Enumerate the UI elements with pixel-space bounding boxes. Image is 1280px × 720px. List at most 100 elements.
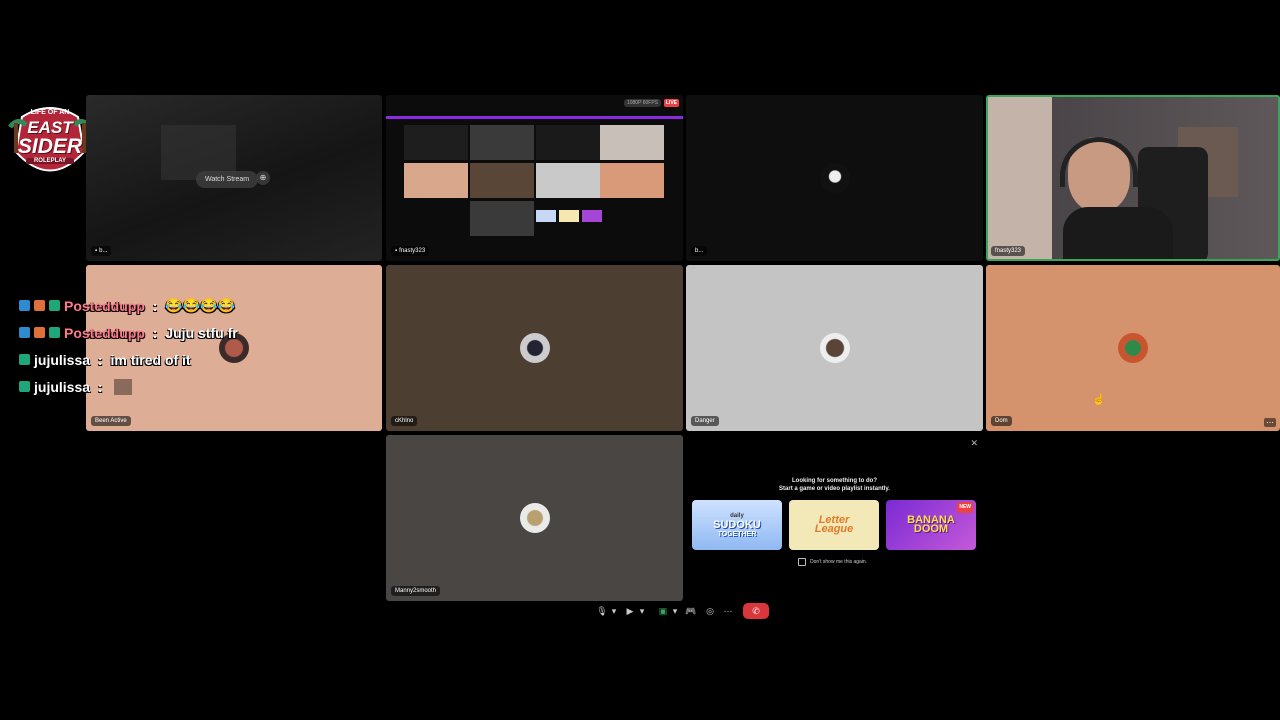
avatar <box>519 503 550 533</box>
live-badge: LIVE <box>663 99 679 107</box>
chat-separator: : <box>148 297 162 314</box>
more-glyph: ⋯ <box>723 605 733 616</box>
avatar <box>819 163 850 193</box>
mini-grid <box>404 125 666 237</box>
chat-separator: : <box>148 324 162 341</box>
video-tile-3[interactable]: b... <box>686 95 983 261</box>
camera-glyph: ▶ <box>626 605 634 616</box>
caret-glyph: ▾ <box>611 605 617 616</box>
activity-card-banana-doom[interactable]: NEW BANANA DOOM <box>886 500 976 550</box>
tile-label-text: fnasty323 <box>995 248 1022 254</box>
kick-icon <box>4 327 15 338</box>
video-tile-dom[interactable]: ☝ Dom ⋯ <box>986 265 1280 431</box>
soundboard-icon[interactable]: ◎ <box>703 603 717 619</box>
disconnect-button[interactable]: ✆ <box>743 603 769 619</box>
stream-icon: ▪ <box>95 248 98 254</box>
chat-username: Posteddupp <box>64 324 145 341</box>
tile-label-text: Danger <box>695 418 715 424</box>
card-sub: TOGETHER <box>717 530 757 538</box>
activity-subprompt: Start a game or video playlist instantly… <box>779 486 890 492</box>
kick-icon <box>4 300 15 311</box>
tile-label-text: Dom <box>995 418 1008 424</box>
activity-card-sudoku[interactable]: daily SUDOKU TOGETHER <box>692 500 782 550</box>
soundboard-glyph: ◎ <box>706 605 714 616</box>
close-icon[interactable]: ✕ <box>970 438 978 449</box>
tile-label: cKhlno <box>391 416 418 426</box>
mic-glyph: 🎙 <box>596 605 608 616</box>
mic-options-icon[interactable]: ▾ <box>609 603 619 619</box>
card-sub: DOOM <box>913 523 949 535</box>
chat-separator: : <box>94 351 107 368</box>
logo-line1: LIFE OF AN <box>30 109 70 116</box>
camera-options-icon[interactable]: ▾ <box>637 603 647 619</box>
mic-icon[interactable]: 🎙 <box>596 603 608 619</box>
tile-label-text: b... <box>99 248 108 254</box>
tile-label-text: Been Active <box>95 418 127 424</box>
logo-line3: SIDER <box>17 135 83 158</box>
og-icon <box>34 300 45 311</box>
chat-text: 😂😂😂😂 <box>165 297 236 313</box>
video-tile-manny2smooth[interactable]: Manny2smooth <box>386 435 683 601</box>
video-tile-stream-2[interactable]: LIVE 1080P 60FPS ▪ fnasty323 <box>386 95 683 261</box>
tile-label: fnasty323 <box>991 246 1026 256</box>
activity-prompt: Looking for something to do? <box>792 478 877 484</box>
video-tile-stream-1[interactable]: Watch Stream ⊕ ▪ b... <box>86 95 382 261</box>
caret-glyph: ▾ <box>639 605 645 616</box>
sub-icon <box>19 354 30 365</box>
watch-stream-button[interactable]: Watch Stream <box>196 171 259 188</box>
chat-message: jujulissa : im tired of it <box>4 346 284 373</box>
video-tile-danger[interactable]: Danger <box>686 265 983 431</box>
hangup-icon: ✆ <box>752 605 760 616</box>
chat-text: Juju stfu fr <box>165 324 238 341</box>
webcam-wall <box>988 97 1052 259</box>
stream-purple-bar <box>386 116 683 119</box>
stream-title: 1080P 60FPS <box>623 99 661 107</box>
vip-icon <box>19 327 30 338</box>
new-badge: NEW <box>957 502 973 513</box>
chat-username: jujulissa <box>34 351 91 368</box>
tile-label: b... <box>691 246 708 256</box>
server-logo: LIFE OF AN EAST SIDER ROLEPLAY <box>4 97 96 189</box>
tile-label: Danger <box>691 416 719 426</box>
tile-label-text: Manny2smooth <box>395 588 437 594</box>
chat-message: jujulissa : <box>4 373 284 400</box>
tile-label-text: b... <box>695 248 704 254</box>
screen-share-icon[interactable]: ▣ <box>656 603 670 619</box>
logo-line4: ROLEPLAY <box>26 158 74 164</box>
checkbox-label: Don't show me this again. <box>810 559 868 565</box>
chat-username: Posteddupp <box>64 297 145 314</box>
tile-label: ▪ b... <box>91 246 112 256</box>
camera-icon[interactable]: ▶ <box>623 603 637 619</box>
sub-icon <box>49 300 60 311</box>
video-tile-ckhlno[interactable]: cKhlno <box>386 265 683 431</box>
tile-label: Been Active <box>91 416 131 426</box>
tile-label: Dom <box>991 416 1012 426</box>
tile-label: Manny2smooth <box>391 586 441 596</box>
vip-icon <box>19 300 30 311</box>
chat-text: im tired of it <box>110 351 191 368</box>
card-title: SUDOKU <box>713 518 761 531</box>
chat-message: Posteddupp : Juju stfu fr <box>4 319 284 346</box>
caret-glyph: ▾ <box>672 605 678 616</box>
more-options-icon[interactable]: ⋯ <box>1264 418 1276 427</box>
emote-icon <box>114 378 133 395</box>
screen-share-options-icon[interactable]: ▾ <box>670 603 680 619</box>
activity-card-letter-league[interactable]: Letter League <box>789 500 879 550</box>
popout-icon[interactable]: ⊕ <box>256 171 270 185</box>
more-icon[interactable]: ⋯ <box>721 603 735 619</box>
chat-separator: : <box>94 378 107 395</box>
checkbox-icon[interactable] <box>798 558 806 566</box>
kick-icon <box>4 354 15 365</box>
chat-username: jujulissa <box>34 378 91 395</box>
stream-icon: ▪ <box>395 248 398 254</box>
avatar <box>819 333 850 363</box>
chat-overlay: Posteddupp : 😂😂😂😂 Posteddupp : Juju stfu … <box>4 292 284 400</box>
og-icon <box>34 327 45 338</box>
cursor-hand-icon: ☝ <box>1092 394 1106 406</box>
activity-icon[interactable]: 🎮 <box>684 603 698 619</box>
video-tile-webcam[interactable]: fnasty323 <box>986 95 1280 261</box>
tile-label: ▪ fnasty323 <box>391 246 430 256</box>
checkbox-dont-show[interactable]: Don't show me this again. <box>798 558 867 566</box>
chat-message: Posteddupp : 😂😂😂😂 <box>4 292 284 319</box>
activity-glyph: 🎮 <box>685 605 697 616</box>
